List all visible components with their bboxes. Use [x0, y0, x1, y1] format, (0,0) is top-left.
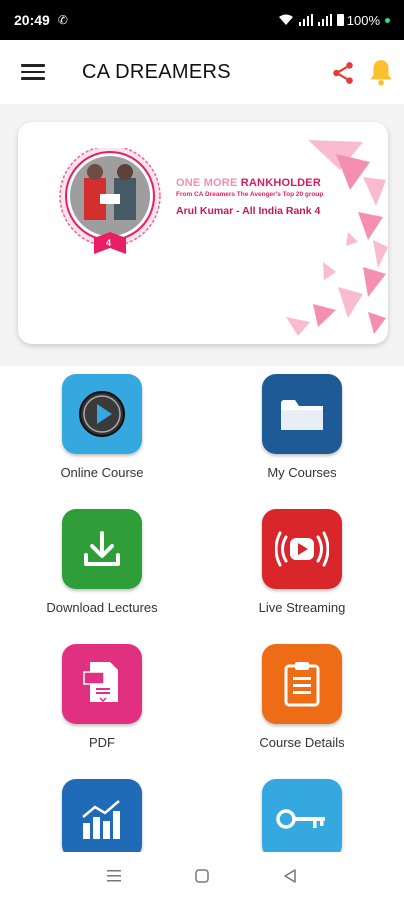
- signal-icon: [298, 14, 313, 26]
- menu-tile-course-details[interactable]: Course Details: [202, 644, 402, 750]
- banner-area: 4 ONE MORE RANKHOLDER From CA Dreamers T…: [0, 104, 404, 366]
- menu-label: My Courses: [267, 465, 337, 480]
- app-bar: CA DREAMERS: [0, 40, 404, 104]
- home-icon[interactable]: [190, 864, 214, 888]
- headline-bold: RANKHOLDER: [237, 177, 321, 189]
- menu-tile-live-streaming[interactable]: Live Streaming: [202, 509, 402, 615]
- play-circle-icon: [62, 374, 142, 454]
- key-icon: [262, 779, 342, 859]
- phone-call-icon: ✆: [57, 13, 68, 27]
- recent-apps-icon[interactable]: [102, 864, 126, 888]
- back-icon[interactable]: [278, 864, 302, 888]
- download-icon: [62, 509, 142, 589]
- system-navigation-bar: [0, 852, 404, 900]
- menu-tile-key[interactable]: [202, 779, 402, 859]
- menu-tile-analytics[interactable]: [2, 779, 202, 859]
- analytics-chart-icon: [62, 779, 142, 859]
- hamburger-menu-icon[interactable]: [21, 64, 45, 80]
- badge-number: 4: [106, 238, 112, 248]
- menu-label: Course Details: [259, 735, 345, 750]
- app-title: CA DREAMERS: [82, 60, 231, 83]
- menu-label: Download Lectures: [46, 600, 158, 615]
- promo-banner[interactable]: 4 ONE MORE RANKHOLDER From CA Dreamers T…: [18, 122, 388, 344]
- menu-tile-download-lectures[interactable]: Download Lectures: [2, 509, 202, 615]
- status-indicators: 100%: [278, 13, 390, 28]
- menu-label: Live Streaming: [258, 600, 346, 615]
- menu-label: Online Course: [60, 465, 144, 480]
- share-icon[interactable]: [330, 60, 356, 86]
- wifi-icon: [278, 14, 293, 25]
- folder-icon: [262, 374, 342, 454]
- menu-tile-my-courses[interactable]: My Courses: [202, 374, 402, 480]
- battery-percent: 100%: [346, 12, 380, 28]
- menu-label: PDF: [89, 735, 115, 750]
- battery-indicator: 100%: [336, 12, 380, 28]
- banner-subtext: From CA Dreamers The Avenger's Top 20 gr…: [176, 191, 324, 198]
- pdf-icon: [62, 644, 142, 724]
- privacy-dot-icon: [385, 17, 390, 23]
- signal-icon: [317, 14, 332, 26]
- banner-headline: ONE MORE RANKHOLDER: [176, 177, 376, 189]
- notification-bell-icon[interactable]: [368, 58, 394, 86]
- headline-light: ONE MORE: [176, 177, 238, 189]
- live-stream-icon: [262, 509, 342, 589]
- menu-tile-online-course[interactable]: Online Course: [2, 374, 202, 480]
- battery-icon: [336, 14, 344, 26]
- status-time: 20:49: [14, 12, 50, 28]
- status-bar: 20:49 ✆ 100%: [0, 0, 404, 40]
- banner-text: ONE MORE RANKHOLDER From CA Dreamers The…: [176, 177, 376, 217]
- clipboard-icon: [262, 644, 342, 724]
- banner-rankholder-name: Arul Kumar - All India Rank 4: [176, 205, 321, 218]
- menu-tile-pdf[interactable]: PDF: [2, 644, 202, 750]
